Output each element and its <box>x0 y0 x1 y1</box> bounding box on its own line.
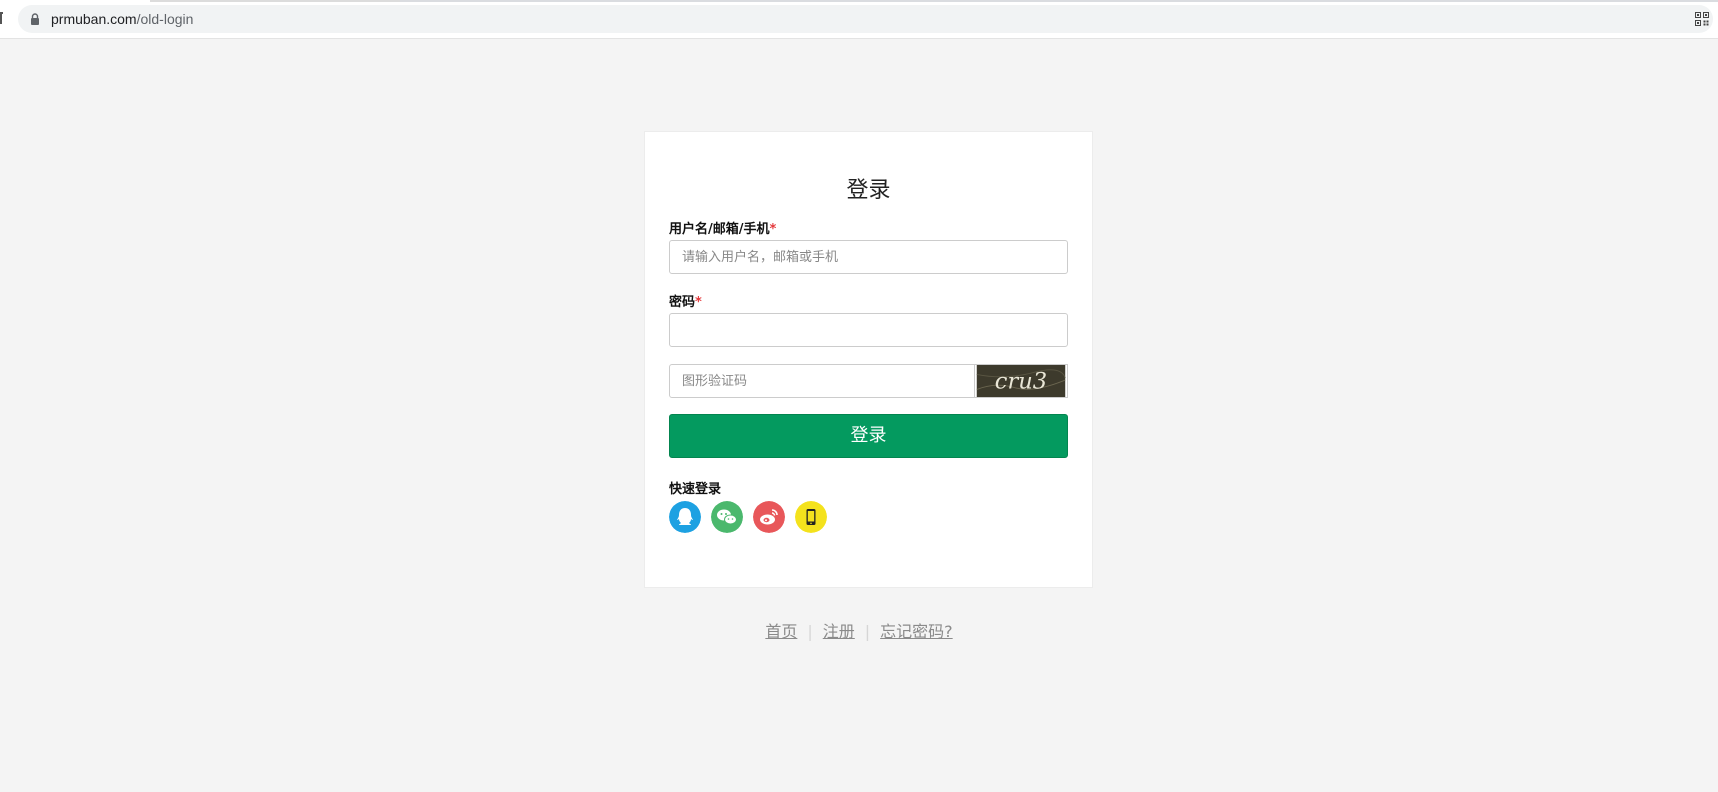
captcha-image[interactable]: cru3 <box>974 364 1068 398</box>
tab-strip-edge <box>150 0 400 2</box>
home-link[interactable]: 首页 <box>765 622 797 641</box>
url-host: prmuban.com <box>51 11 137 27</box>
wechat-icon[interactable] <box>711 501 743 533</box>
tab-strip-line <box>400 0 1718 2</box>
login-card: 登录 用户名/邮箱/手机* 密码* cru3 登录 快速登录 <box>644 131 1093 588</box>
login-title: 登录 <box>846 178 891 203</box>
register-link[interactable]: 注册 <box>823 622 855 641</box>
required-mark: * <box>769 222 777 237</box>
captcha-input[interactable] <box>669 364 975 398</box>
password-label: 密码* <box>669 291 702 310</box>
browser-toolbar: prmuban.com/old-login <box>0 0 1718 39</box>
address-bar[interactable]: prmuban.com/old-login <box>18 5 1713 33</box>
tab-edge-icon <box>0 12 3 24</box>
password-label-text: 密码 <box>669 295 696 310</box>
phone-icon[interactable] <box>795 501 827 533</box>
qr-code-icon[interactable] <box>1695 12 1709 26</box>
required-mark: * <box>695 295 702 310</box>
forgot-password-link[interactable]: 忘记密码? <box>880 622 953 641</box>
quick-login-label: 快速登录 <box>669 482 722 497</box>
footer-separator: | <box>807 622 813 641</box>
login-button[interactable]: 登录 <box>669 414 1068 458</box>
footer-links: 首页 | 注册 | 忘记密码? <box>0 618 1718 642</box>
password-input[interactable] <box>669 313 1068 347</box>
url-path: /old-login <box>136 11 194 27</box>
qq-icon[interactable] <box>669 501 701 533</box>
footer-separator: | <box>864 622 871 641</box>
username-input[interactable] <box>669 240 1068 274</box>
username-label-text: 用户名/邮箱/手机 <box>669 222 770 237</box>
weibo-icon[interactable] <box>753 501 785 533</box>
username-label: 用户名/邮箱/手机* <box>669 218 776 237</box>
url-text[interactable]: prmuban.com/old-login <box>51 11 193 27</box>
lock-icon <box>31 13 39 25</box>
captcha-text: cru3 <box>995 369 1047 395</box>
